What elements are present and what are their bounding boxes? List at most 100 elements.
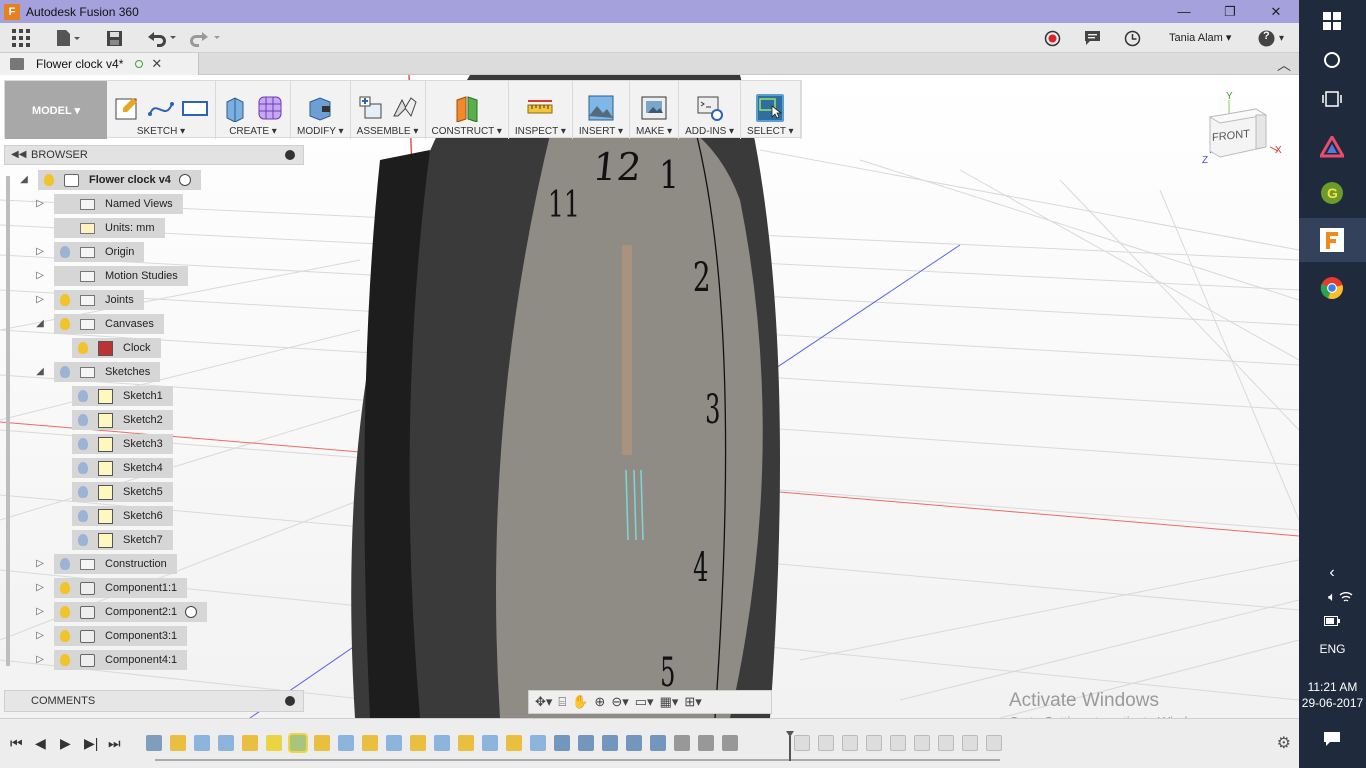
orbit-icon[interactable]: ✥▾: [535, 694, 552, 710]
viewports-icon[interactable]: ⊞▾: [684, 694, 701, 710]
assemble-group[interactable]: ASSEMBLE ▾: [351, 81, 426, 139]
construct-group[interactable]: CONSTRUCT ▾: [426, 81, 509, 139]
expand-arrow-icon[interactable]: ▷: [34, 630, 46, 642]
chrome-icon[interactable]: [1319, 275, 1345, 301]
insert-image-icon[interactable]: [587, 94, 615, 122]
suppressed-feature-icon[interactable]: [962, 735, 978, 751]
sketch-group[interactable]: SKETCH ▾: [107, 81, 216, 139]
autodesk-app-icon[interactable]: [1319, 134, 1345, 160]
go-to-end-icon[interactable]: ⏭: [108, 735, 121, 752]
scripts-icon[interactable]: [696, 94, 724, 122]
sketch-feature-icon[interactable]: [314, 735, 330, 751]
visibility-bulb-off-icon[interactable]: [78, 486, 88, 498]
joint-feature-icon[interactable]: [626, 735, 642, 751]
expand-arrow-icon[interactable]: ▷: [34, 558, 46, 570]
joint-icon[interactable]: [391, 94, 419, 122]
redo-icon[interactable]: [190, 27, 222, 49]
expand-arrow-icon[interactable]: ▷: [34, 582, 46, 594]
measure-icon[interactable]: [526, 94, 554, 122]
fusion-taskbar-icon[interactable]: [1319, 227, 1345, 253]
joint-feature-icon[interactable]: [554, 735, 570, 751]
chevron-up-icon[interactable]: ︿: [1277, 55, 1291, 75]
modify-group[interactable]: MODIFY ▾: [291, 81, 351, 139]
step-forward-icon[interactable]: ▶|: [84, 735, 98, 752]
extrude-feature-icon[interactable]: [386, 735, 402, 751]
go-to-start-icon[interactable]: ⏮: [10, 735, 23, 752]
clock-date[interactable]: 29-06-2017: [1299, 696, 1366, 710]
browser-node-chip[interactable]: Component4:1: [54, 650, 188, 670]
sketch-feature-icon[interactable]: [266, 735, 282, 751]
visibility-bulb-on-icon[interactable]: [60, 654, 70, 666]
extrude-feature-icon[interactable]: [218, 735, 234, 751]
sketch-feature-icon[interactable]: [170, 735, 186, 751]
timeline-marker[interactable]: [786, 731, 794, 761]
task-view-icon[interactable]: [1319, 86, 1345, 112]
joint-origin-feature-icon[interactable]: [698, 735, 714, 751]
activate-component-radio[interactable]: [185, 606, 198, 618]
suppressed-feature-icon[interactable]: [986, 735, 1002, 751]
input-language[interactable]: ENG: [1299, 642, 1366, 656]
3d-print-icon[interactable]: [640, 94, 668, 122]
comments-panel-header[interactable]: COMMENTS: [4, 690, 304, 712]
collapse-arrow-icon[interactable]: ◢: [34, 366, 46, 378]
extrude-feature-icon[interactable]: [530, 735, 546, 751]
zoom-icon[interactable]: ⊕: [594, 694, 605, 710]
browser-node-chip[interactable]: Component1:1: [54, 578, 188, 598]
expand-arrow-icon[interactable]: ▷: [34, 294, 46, 306]
browser-options-icon[interactable]: [285, 150, 295, 160]
minimize-button[interactable]: —: [1161, 0, 1207, 23]
form-icon[interactable]: [256, 94, 284, 122]
suppressed-feature-icon[interactable]: [866, 735, 882, 751]
extrude-feature-icon[interactable]: [194, 735, 210, 751]
visibility-bulb-on-icon[interactable]: [60, 582, 70, 594]
expand-arrow-icon[interactable]: ▷: [34, 246, 46, 258]
collapse-browser-icon[interactable]: ◀◀: [11, 149, 26, 160]
visibility-bulb-off-icon[interactable]: [78, 414, 88, 426]
visibility-bulb-on-icon[interactable]: [60, 318, 70, 330]
suppressed-feature-icon[interactable]: [890, 735, 906, 751]
display-settings-icon[interactable]: ▭▾: [635, 694, 654, 710]
browser-node-chip[interactable]: Clock: [72, 338, 161, 358]
document-tab[interactable]: Flower clock v4* ✕: [0, 53, 199, 75]
browser-node-chip[interactable]: Sketch7: [72, 530, 173, 550]
wifi-icon[interactable]: [1333, 584, 1359, 610]
visibility-bulb-on-icon[interactable]: [60, 630, 70, 642]
grid-settings-icon[interactable]: ▦▾: [660, 694, 679, 710]
show-hidden-icons-chevron-icon[interactable]: ‹: [1319, 560, 1345, 586]
undo-icon[interactable]: [146, 27, 178, 49]
look-at-icon[interactable]: ⌸: [558, 694, 566, 710]
close-button[interactable]: ✕: [1253, 0, 1299, 23]
joint-feature-icon[interactable]: [650, 735, 666, 751]
clock-time[interactable]: 11:21 AM: [1299, 680, 1366, 694]
select-group[interactable]: SELECT ▾: [741, 81, 801, 139]
battery-icon[interactable]: [1319, 608, 1345, 634]
expand-arrow-icon[interactable]: ▷: [34, 270, 46, 282]
visibility-bulb-off-icon[interactable]: [60, 366, 70, 378]
cortana-search-icon[interactable]: [1319, 47, 1345, 73]
joint-origin-feature-icon[interactable]: [674, 735, 690, 751]
browser-scrollbar[interactable]: [6, 176, 10, 666]
joint-feature-icon[interactable]: [578, 735, 594, 751]
joint-feature-icon[interactable]: [602, 735, 618, 751]
visibility-bulb-off-icon[interactable]: [78, 438, 88, 450]
add-ins-group[interactable]: ADD-INS ▾: [679, 81, 742, 139]
close-tab-icon[interactable]: ✕: [151, 56, 162, 72]
visibility-bulb-off-icon[interactable]: [78, 462, 88, 474]
expand-arrow-icon[interactable]: ▷: [34, 606, 46, 618]
browser-node-chip[interactable]: Construction: [54, 554, 177, 574]
action-center-icon[interactable]: [1319, 726, 1345, 752]
visibility-bulb-off-icon[interactable]: [78, 510, 88, 522]
step-back-icon[interactable]: ◀: [35, 735, 46, 752]
browser-node-chip[interactable]: Sketches: [54, 362, 161, 382]
spline-icon[interactable]: [147, 94, 175, 122]
browser-node-chip[interactable]: Sketch2: [72, 410, 173, 430]
browser-node-chip[interactable]: Named Views: [54, 194, 183, 214]
new-component-icon[interactable]: [357, 94, 385, 122]
visibility-bulb-off-icon[interactable]: [78, 534, 88, 546]
visibility-bulb-off-icon[interactable]: [60, 246, 70, 258]
browser-node-chip[interactable]: Sketch6: [72, 506, 173, 526]
restore-button[interactable]: ❐: [1207, 0, 1253, 23]
browser-node-chip[interactable]: Motion Studies: [54, 266, 188, 286]
browser-panel-header[interactable]: ◀◀ BROWSER: [4, 145, 304, 165]
browser-node-chip[interactable]: Component2:1: [54, 602, 208, 622]
